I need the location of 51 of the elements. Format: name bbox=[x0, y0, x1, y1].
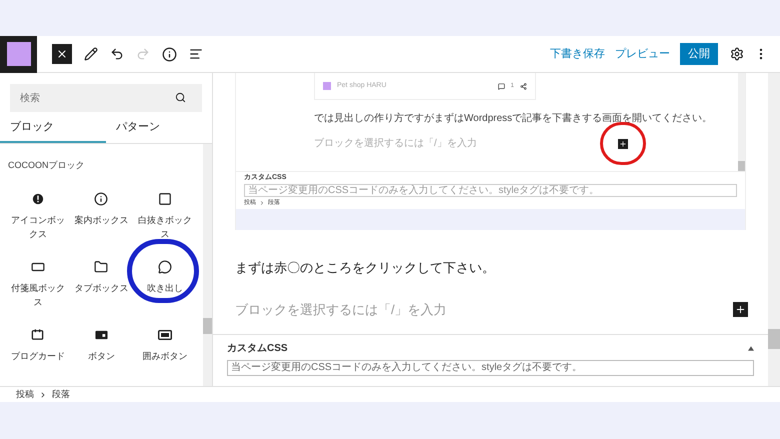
framed-button-icon bbox=[158, 330, 172, 340]
paragraph: では見出しの作り方ですがまずはWordpressで記事を下書きする画面を開いてください。 bbox=[314, 112, 712, 126]
block-item[interactable]: 白抜きボックス bbox=[133, 190, 197, 244]
breadcrumb-item[interactable]: 投稿 bbox=[16, 388, 34, 402]
plus-icon bbox=[619, 140, 627, 148]
publish-button[interactable]: 公開 bbox=[680, 43, 718, 65]
chevron-icon bbox=[259, 200, 265, 206]
sidebar-tab[interactable]: パターン bbox=[106, 114, 212, 143]
block-item[interactable]: タブボックス bbox=[70, 258, 134, 312]
scrollbar[interactable] bbox=[203, 144, 212, 386]
close-button[interactable] bbox=[52, 44, 72, 64]
settings-icon[interactable] bbox=[730, 47, 744, 61]
breadcrumb-item[interactable]: 段落 bbox=[52, 388, 70, 402]
exclamation-circle-icon bbox=[32, 192, 44, 204]
info-icon[interactable] bbox=[162, 46, 177, 62]
block-item[interactable]: ブログカード bbox=[6, 326, 70, 380]
panel-title: カスタムCSS bbox=[227, 342, 288, 356]
button-icon bbox=[94, 330, 108, 340]
site-logo[interactable] bbox=[0, 36, 37, 72]
header-link[interactable]: プレビュー bbox=[615, 46, 670, 62]
folder-icon bbox=[94, 260, 108, 274]
category-title: COCOONブロック bbox=[7, 159, 86, 172]
share-icon bbox=[520, 82, 527, 90]
css-input-field[interactable]: 当ページ変更用のCSSコードのみを入力してください。styleタグは不要です。 bbox=[227, 360, 754, 376]
block-item[interactable]: 吹き出し bbox=[133, 258, 197, 312]
block-item[interactable]: アイコンボックス bbox=[6, 190, 70, 244]
paragraph: まずは赤〇のところをクリックして下さい。 bbox=[234, 259, 496, 277]
info-icon bbox=[94, 192, 108, 206]
header-link[interactable]: 下書き保存 bbox=[550, 46, 605, 62]
plus-icon bbox=[735, 304, 746, 315]
add-block-button[interactable] bbox=[618, 138, 628, 148]
collapse-icon[interactable] bbox=[748, 346, 754, 351]
chevron-icon bbox=[39, 390, 47, 398]
block-item[interactable]: 囲みボタン bbox=[133, 326, 197, 380]
block-item[interactable]: 付箋風ボックス bbox=[6, 258, 70, 312]
block-item[interactable]: ボタン bbox=[70, 326, 134, 380]
add-block-button[interactable] bbox=[733, 302, 748, 317]
search-field[interactable]: 検索 bbox=[10, 84, 202, 112]
pencil-icon[interactable] bbox=[84, 47, 98, 61]
square-icon bbox=[158, 192, 172, 206]
site-icon bbox=[323, 82, 331, 90]
close-icon bbox=[56, 48, 68, 60]
card-icon bbox=[31, 328, 44, 341]
search-icon bbox=[175, 92, 186, 103]
block-item[interactable]: 案内ボックス bbox=[70, 190, 134, 244]
speech-bubble-icon bbox=[158, 260, 172, 274]
undo-icon[interactable] bbox=[110, 47, 124, 61]
list-view-icon[interactable] bbox=[189, 47, 203, 61]
comment-icon bbox=[498, 82, 505, 90]
scrollbar[interactable] bbox=[768, 73, 780, 386]
sidebar-tab[interactable]: ブロック bbox=[0, 114, 106, 143]
